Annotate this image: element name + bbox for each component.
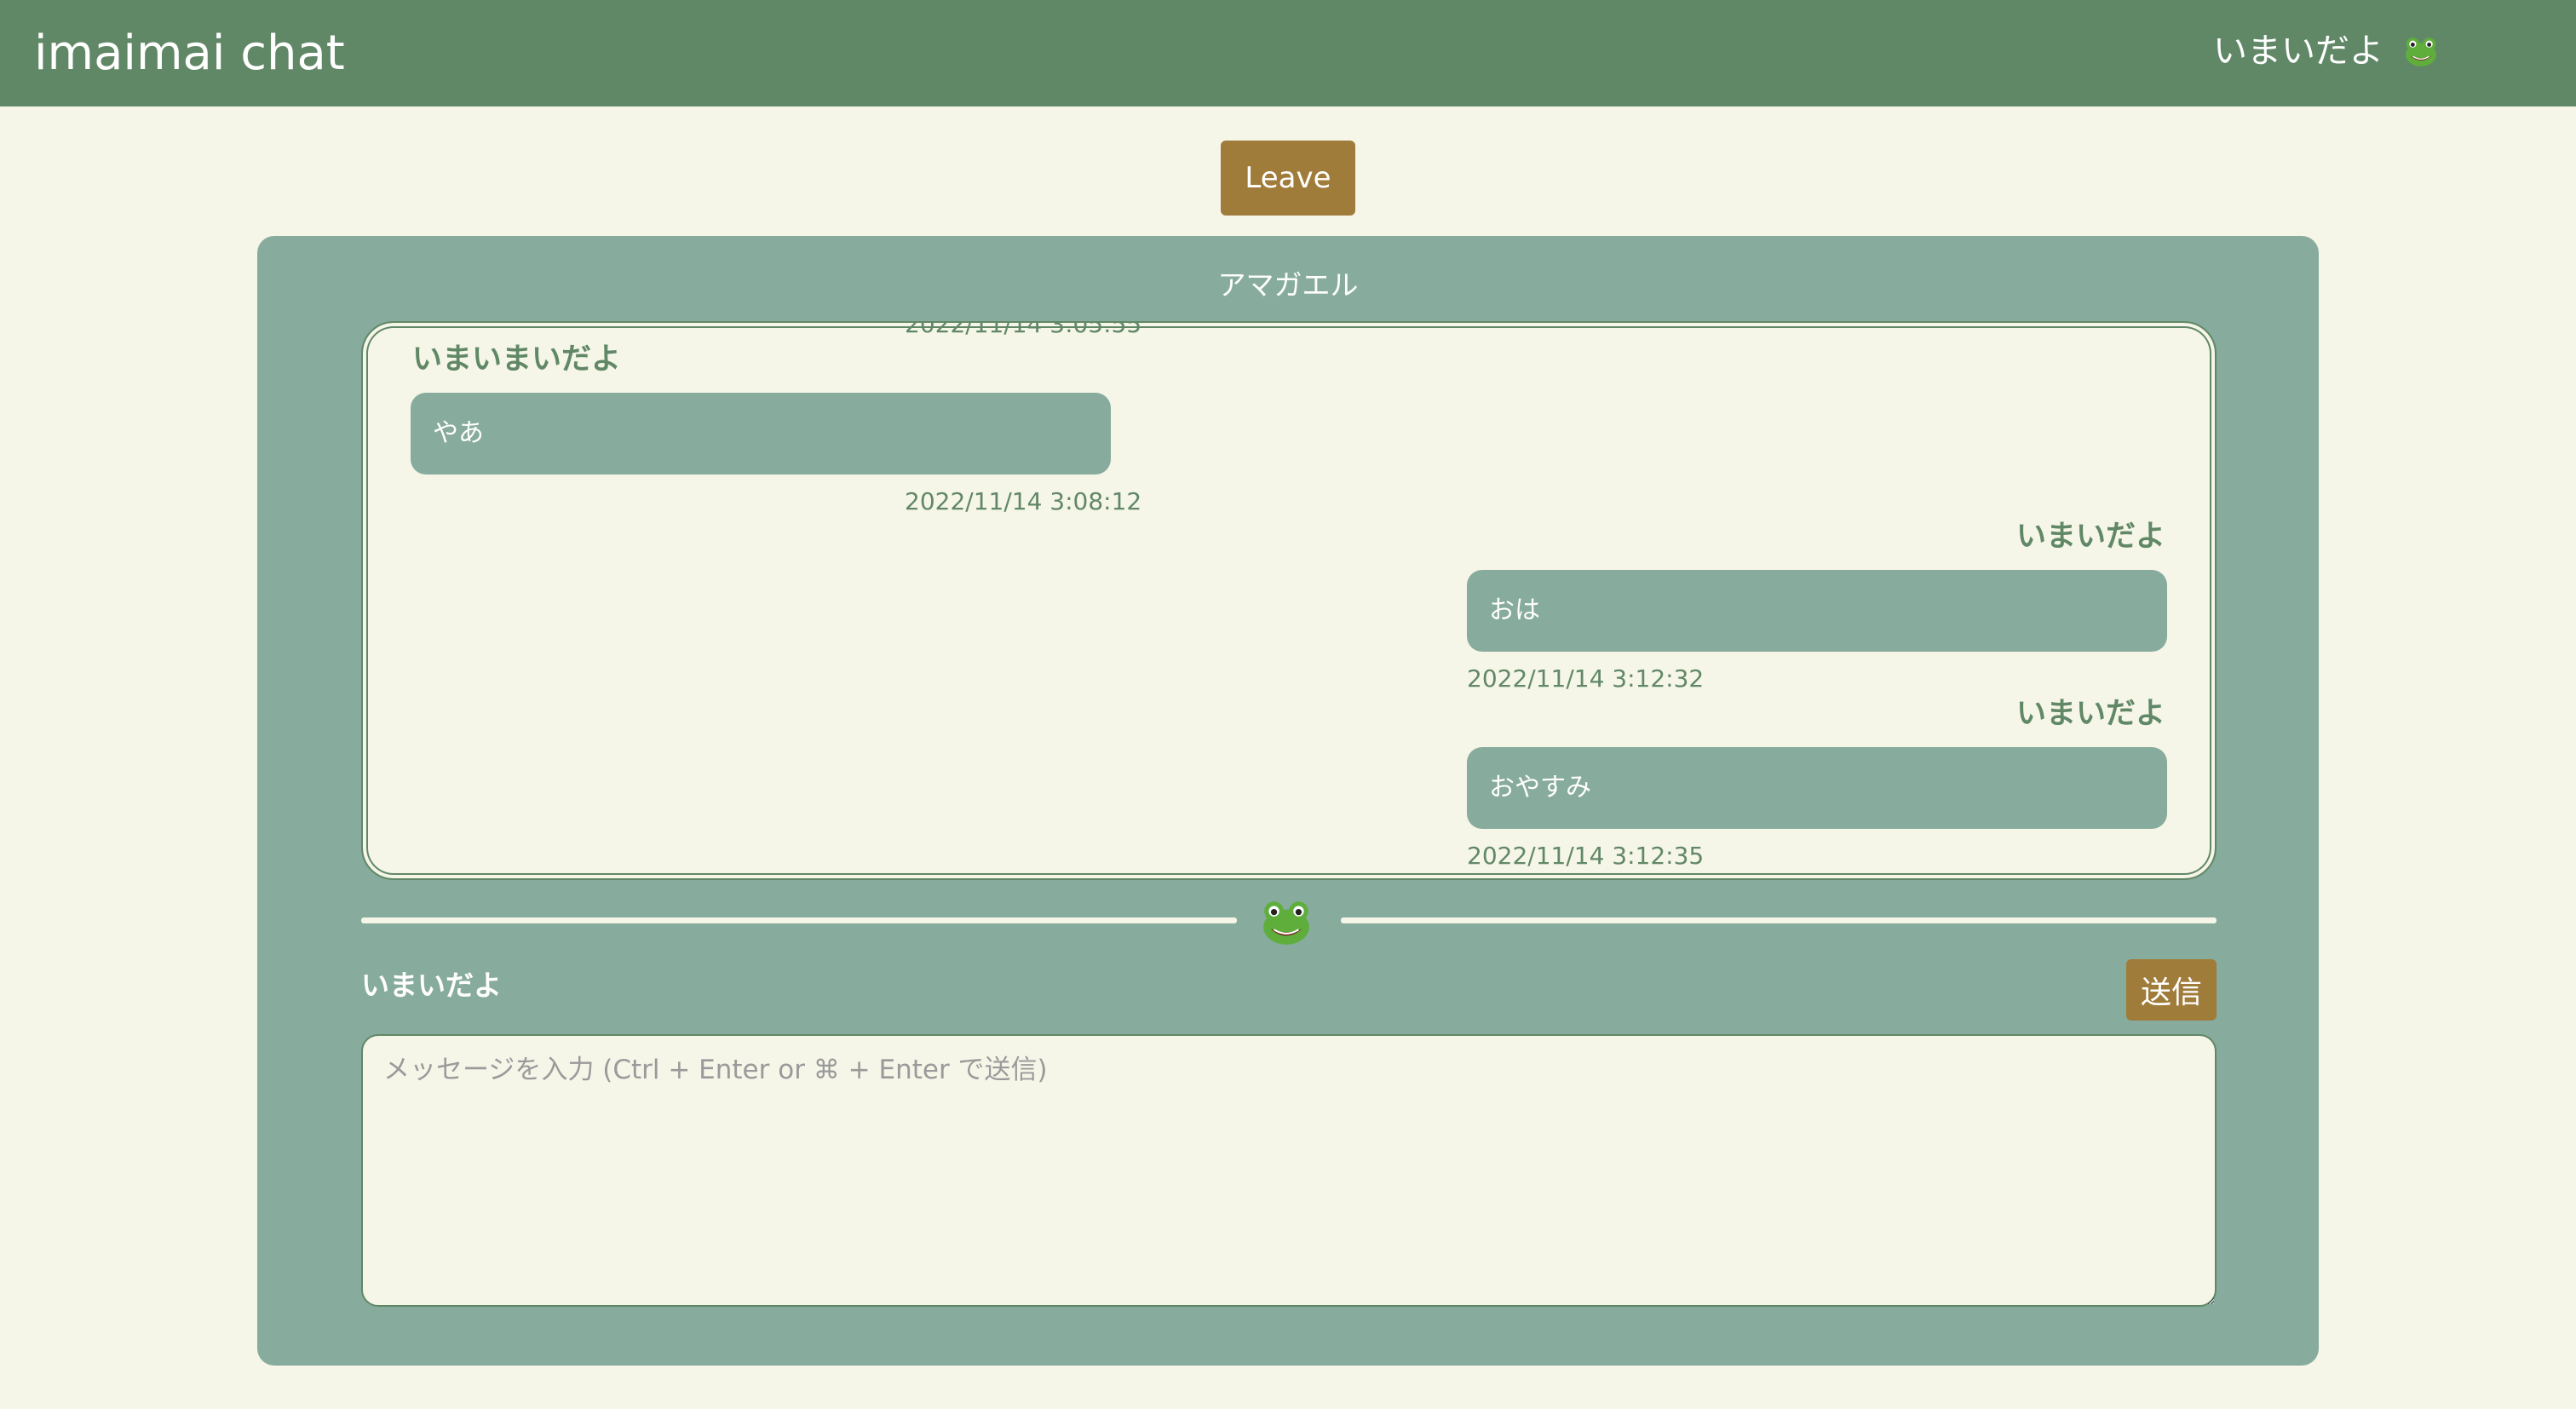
message-timestamp: 2022/11/14 3:08:12 [905,487,1142,515]
app-header: imaimai chat いまいだよ [0,0,2576,106]
divider-line-left [361,917,1237,923]
message-timestamp: 2022/11/14 3:12:32 [1467,664,1705,693]
message-author: いまいまいだよ [412,342,622,377]
frog-icon [1263,901,1309,945]
leave-button[interactable]: Leave [1221,141,1355,216]
message-log[interactable]: 2022/11/14 3:05:55 いまいまいだよ やあ 2022/11/14… [361,321,2217,880]
message-timestamp: 2022/11/14 3:12:35 [1467,842,1705,870]
message-author: いまいだよ [2015,520,2165,554]
frog-icon [2406,37,2436,66]
message-input[interactable] [361,1034,2217,1307]
message-bubble: おは [1467,570,2167,652]
message-timestamp: 2022/11/14 3:05:55 [905,321,1142,338]
divider-line-right [1341,917,2217,923]
message-author: いまいだよ [2015,697,2165,731]
current-user: いまいだよ [2213,27,2440,75]
current-username: いまいだよ [2213,32,2383,71]
compose-username: いまいだよ [361,969,502,1002]
message-bubble: やあ [411,393,1111,474]
send-button[interactable]: 送信 [2126,959,2217,1021]
room-name: アマガエル [1217,268,1359,302]
message-bubble: おやすみ [1467,747,2167,829]
app-title: imaimai chat [34,26,345,81]
chat-room-panel: アマガエル 2022/11/14 3:05:55 いまいまいだよ やあ 2022… [257,236,2319,1366]
